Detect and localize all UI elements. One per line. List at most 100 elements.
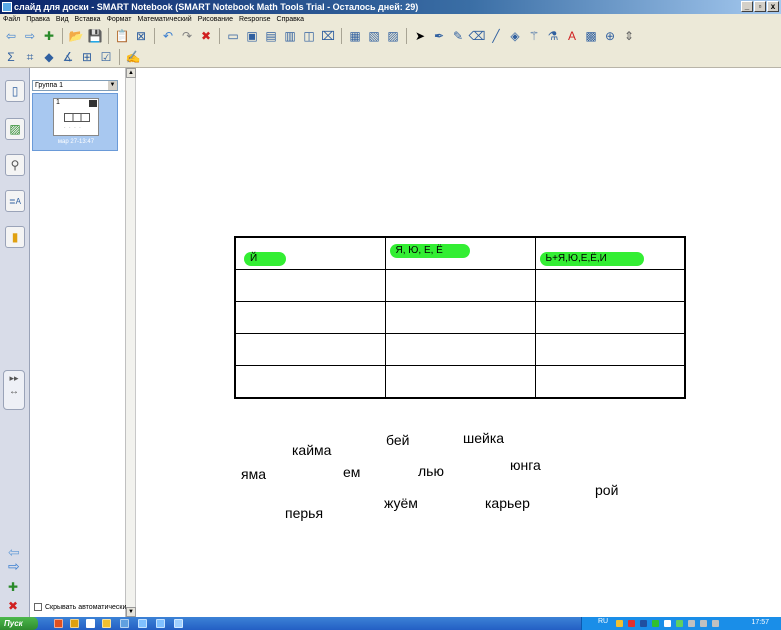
delete-object-icon[interactable]: ✖ bbox=[198, 28, 214, 44]
math-table-icon[interactable]: ⊞ bbox=[79, 49, 95, 65]
dual-page-icon[interactable]: ▥ bbox=[282, 28, 298, 44]
word-item[interactable]: юнга bbox=[510, 457, 541, 473]
menu-math[interactable]: Математический bbox=[137, 14, 191, 25]
forward-arrow-icon[interactable]: ⇨ bbox=[22, 28, 38, 44]
page-menu-icon[interactable] bbox=[89, 100, 97, 107]
back-arrow-icon[interactable]: ⇦ bbox=[3, 28, 19, 44]
letter-table[interactable]: Й Я, Ю, Е, Ё Ь+Я,Ю,Е,Ё,И bbox=[234, 236, 686, 399]
sigma-icon[interactable]: Σ bbox=[3, 49, 19, 65]
word-item[interactable]: ем bbox=[343, 464, 360, 480]
whiteboard-canvas[interactable]: Й Я, Ю, Е, Ё Ь+Я,Ю,Е,Ё,И кайма бей шейка… bbox=[137, 68, 781, 617]
open-folder-icon[interactable]: 📂 bbox=[68, 28, 84, 44]
word-item[interactable]: шейка bbox=[463, 430, 504, 446]
shape-icon[interactable]: ◆ bbox=[41, 49, 57, 65]
shape-recognition-icon[interactable]: ⚗ bbox=[545, 28, 561, 44]
properties-tab[interactable]: ≣A bbox=[5, 190, 25, 212]
start-button[interactable]: Пуск bbox=[0, 617, 38, 630]
sorter-scrollbar[interactable]: ▲ ▼ bbox=[126, 68, 136, 617]
delete-page-icon[interactable]: ✖ bbox=[8, 599, 18, 613]
menu-view[interactable]: Вид bbox=[56, 14, 69, 25]
tray-icon[interactable] bbox=[628, 620, 635, 627]
autohide-option[interactable]: Скрывать автоматически bbox=[34, 603, 126, 611]
table-cell[interactable] bbox=[234, 365, 386, 399]
handwriting-icon[interactable]: ✍ bbox=[125, 49, 141, 65]
eraser-icon[interactable]: ⌫ bbox=[469, 28, 486, 44]
page-thumbnail-selected[interactable]: 1 · · · · мар 27-13:47 bbox=[32, 93, 118, 151]
table-icon[interactable]: ▦ bbox=[347, 28, 363, 44]
tray-icon[interactable] bbox=[712, 620, 719, 627]
paste-icon[interactable]: 📋 bbox=[114, 28, 130, 44]
save-icon[interactable]: 💾 bbox=[87, 28, 103, 44]
close-button[interactable]: x bbox=[767, 1, 779, 12]
table-cell[interactable] bbox=[384, 333, 536, 367]
tray-icon[interactable] bbox=[700, 620, 707, 627]
quicklaunch-icon[interactable] bbox=[120, 619, 129, 628]
tray-icon[interactable] bbox=[676, 620, 683, 627]
autohide-checkbox[interactable] bbox=[34, 603, 42, 611]
angle-icon[interactable]: ∡ bbox=[60, 49, 76, 65]
tray-icon[interactable] bbox=[640, 620, 647, 627]
next-page-icon[interactable]: ⇨ bbox=[8, 558, 20, 575]
pen-icon[interactable]: ✒ bbox=[431, 28, 447, 44]
table-cell[interactable] bbox=[384, 300, 536, 335]
cursor-icon[interactable]: ⊕ bbox=[602, 28, 618, 44]
quicklaunch-icon[interactable] bbox=[86, 619, 95, 628]
properties-icon[interactable]: ▨ bbox=[385, 28, 401, 44]
header-highlight-soft-sign[interactable]: Ь+Я,Ю,Е,Ё,И bbox=[539, 252, 644, 266]
font-icon[interactable]: ▩ bbox=[583, 28, 599, 44]
word-item[interactable]: рой bbox=[595, 482, 618, 498]
page-thumbnail[interactable]: 1 · · · · bbox=[53, 98, 99, 136]
checkbox-icon[interactable]: ☑ bbox=[98, 49, 114, 65]
gallery-tab[interactable]: ▨ bbox=[5, 118, 25, 140]
screen-shade-icon[interactable]: ▭ bbox=[225, 28, 241, 44]
tray-icon[interactable] bbox=[664, 620, 671, 627]
chevron-down-icon[interactable]: ▼ bbox=[108, 81, 117, 90]
quicklaunch-icon[interactable] bbox=[54, 619, 63, 628]
quicklaunch-icon[interactable] bbox=[102, 619, 111, 628]
scroll-down-icon[interactable]: ▼ bbox=[126, 607, 136, 617]
restore-button[interactable]: ▫ bbox=[754, 1, 766, 12]
header-highlight-y[interactable]: Й bbox=[244, 252, 286, 266]
table-cell[interactable] bbox=[234, 300, 386, 335]
tray-icon[interactable] bbox=[616, 620, 623, 627]
creative-pen-icon[interactable]: ✎ bbox=[450, 28, 466, 44]
table-cell[interactable] bbox=[534, 365, 686, 399]
toolbar-more-icon[interactable]: ⇕ bbox=[621, 28, 637, 44]
graph-icon[interactable]: ⌗ bbox=[22, 49, 38, 65]
word-item[interactable]: лью bbox=[418, 463, 444, 479]
table-cell[interactable]: Ь+Я,Ю,Е,Ё,И bbox=[534, 236, 686, 270]
resize-icon[interactable]: ↔ bbox=[9, 386, 19, 397]
add-page-icon[interactable]: ✚ bbox=[8, 580, 18, 594]
table-cell[interactable]: Я, Ю, Е, Ё bbox=[384, 236, 536, 270]
tray-icon[interactable] bbox=[652, 620, 659, 627]
add-page-icon[interactable]: ✚ bbox=[41, 28, 57, 44]
table-cell[interactable] bbox=[534, 300, 686, 335]
magic-pen-icon[interactable]: ⚚ bbox=[526, 28, 542, 44]
scroll-up-icon[interactable]: ▲ bbox=[126, 68, 136, 78]
tray-icon[interactable] bbox=[688, 620, 695, 627]
redo-icon[interactable]: ↷ bbox=[179, 28, 195, 44]
word-item[interactable]: бей bbox=[386, 432, 409, 448]
document-camera-icon[interactable]: ⌧ bbox=[320, 28, 336, 44]
table-cell[interactable] bbox=[384, 268, 536, 302]
taskbar-window-button[interactable] bbox=[138, 619, 147, 628]
word-item[interactable]: перья bbox=[285, 505, 323, 521]
menu-draw[interactable]: Рисование bbox=[198, 14, 233, 25]
taskbar-window-button[interactable] bbox=[156, 619, 165, 628]
language-indicator[interactable]: RU bbox=[598, 618, 608, 625]
addons-tab[interactable]: ▮ bbox=[5, 226, 25, 248]
word-item[interactable]: карьер bbox=[485, 495, 530, 511]
select-arrow-icon[interactable]: ➤ bbox=[412, 28, 428, 44]
word-item[interactable]: кайма bbox=[292, 442, 331, 458]
full-screen-icon[interactable]: ▣ bbox=[244, 28, 260, 44]
quicklaunch-icon[interactable] bbox=[70, 619, 79, 628]
word-item[interactable]: яма bbox=[241, 466, 266, 482]
line-icon[interactable]: ╱ bbox=[488, 28, 504, 44]
menu-help[interactable]: Справка bbox=[277, 14, 304, 25]
menu-file[interactable]: Файл bbox=[3, 14, 20, 25]
menu-edit[interactable]: Правка bbox=[26, 14, 50, 25]
table-cell[interactable] bbox=[534, 268, 686, 302]
fill-icon[interactable]: ◈ bbox=[507, 28, 523, 44]
taskbar-window-button[interactable] bbox=[174, 619, 183, 628]
transparent-bg-icon[interactable]: ▤ bbox=[263, 28, 279, 44]
